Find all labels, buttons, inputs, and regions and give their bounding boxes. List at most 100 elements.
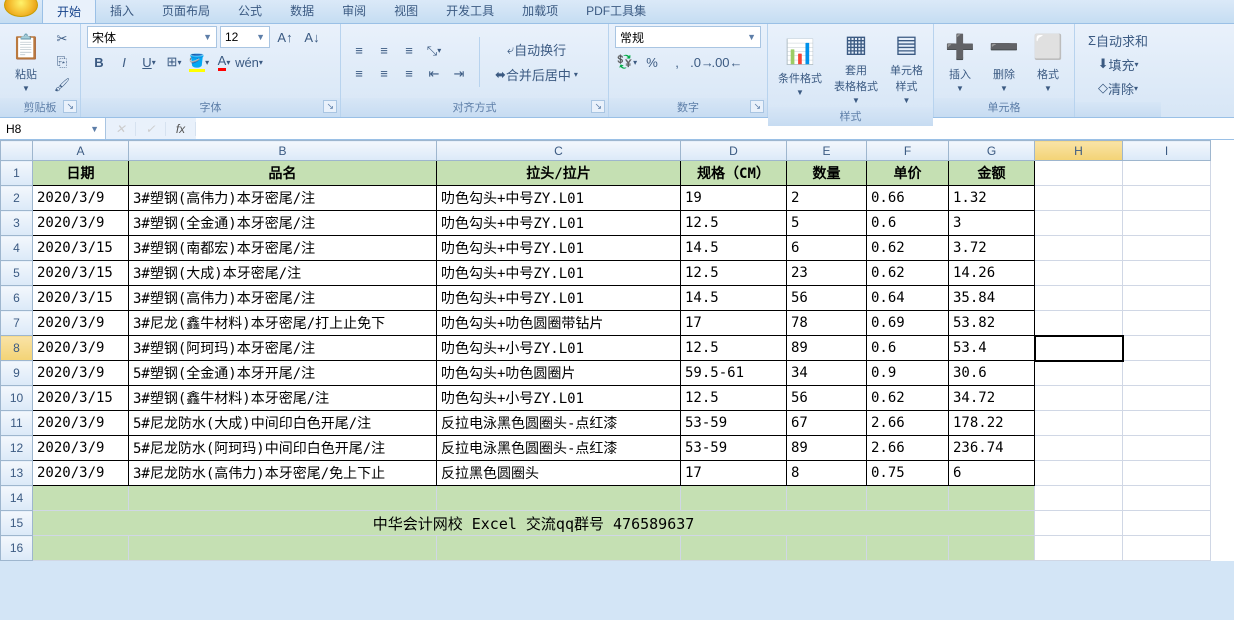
cell-B14[interactable] — [129, 486, 437, 511]
cell-I15[interactable] — [1123, 511, 1211, 536]
cell-E14[interactable] — [787, 486, 867, 511]
cell-A11[interactable]: 2020/3/9 — [33, 411, 129, 436]
name-box[interactable]: H8 ▼ — [0, 118, 106, 139]
cell-H16[interactable] — [1035, 536, 1123, 561]
cell-H13[interactable] — [1035, 461, 1123, 486]
tab-7[interactable]: 开发工具 — [432, 0, 508, 23]
col-header-C[interactable]: C — [437, 141, 681, 161]
cell-H12[interactable] — [1035, 436, 1123, 461]
cell-C2[interactable]: 叻色勾头+中号ZY.L01 — [437, 186, 681, 211]
row-header-11[interactable]: 11 — [1, 411, 33, 436]
row-header-16[interactable]: 16 — [1, 536, 33, 561]
row-header-6[interactable]: 6 — [1, 286, 33, 311]
cell-E6[interactable]: 56 — [787, 286, 867, 311]
cell-C4[interactable]: 叻色勾头+中号ZY.L01 — [437, 236, 681, 261]
cell-G16[interactable] — [949, 536, 1035, 561]
cell-I3[interactable] — [1123, 211, 1211, 236]
enter-formula-button[interactable]: ✓ — [136, 122, 166, 136]
cell-C3[interactable]: 叻色勾头+中号ZY.L01 — [437, 211, 681, 236]
cell-F3[interactable]: 0.6 — [867, 211, 949, 236]
col-header-A[interactable]: A — [33, 141, 129, 161]
col-header-H[interactable]: H — [1035, 141, 1123, 161]
row-header-13[interactable]: 13 — [1, 461, 33, 486]
cell-A12[interactable]: 2020/3/9 — [33, 436, 129, 461]
cell-I9[interactable] — [1123, 361, 1211, 386]
cell-A4[interactable]: 2020/3/15 — [33, 236, 129, 261]
cell-H6[interactable] — [1035, 286, 1123, 311]
cell-C7[interactable]: 叻色勾头+叻色圆圈带钻片 — [437, 311, 681, 336]
cell-G9[interactable]: 30.6 — [949, 361, 1035, 386]
cancel-formula-button[interactable]: ✕ — [106, 122, 136, 136]
cell-E13[interactable]: 8 — [787, 461, 867, 486]
underline-button[interactable]: U▾ — [137, 51, 161, 73]
cell-F5[interactable]: 0.62 — [867, 261, 949, 286]
cell-B10[interactable]: 3#塑钢(鑫牛材料)本牙密尾/注 — [129, 386, 437, 411]
align-launcher[interactable]: ↘ — [591, 100, 605, 113]
cell-F9[interactable]: 0.9 — [867, 361, 949, 386]
cell-G3[interactable]: 3 — [949, 211, 1035, 236]
tab-8[interactable]: 加载项 — [508, 0, 572, 23]
clear-button[interactable]: ◇ 清除▾ — [1081, 77, 1155, 99]
cell-H8[interactable] — [1035, 336, 1123, 361]
currency-button[interactable]: 💱▾ — [615, 51, 639, 73]
cell-C8[interactable]: 叻色勾头+小号ZY.L01 — [437, 336, 681, 361]
row-header-8[interactable]: 8 — [1, 336, 33, 361]
cell-E8[interactable]: 89 — [787, 336, 867, 361]
cell-I6[interactable] — [1123, 286, 1211, 311]
cut-button[interactable]: ✂ — [50, 28, 74, 50]
tab-4[interactable]: 数据 — [276, 0, 328, 23]
cell-I12[interactable] — [1123, 436, 1211, 461]
cell-F7[interactable]: 0.69 — [867, 311, 949, 336]
row-header-1[interactable]: 1 — [1, 161, 33, 186]
cell-B7[interactable]: 3#尼龙(鑫牛材料)本牙密尾/打上止免下 — [129, 311, 437, 336]
fill-color-button[interactable]: 🪣▾ — [187, 51, 211, 73]
cell-F1[interactable]: 单价 — [867, 161, 949, 186]
cell-D10[interactable]: 12.5 — [681, 386, 787, 411]
cell-F8[interactable]: 0.6 — [867, 336, 949, 361]
cell-F11[interactable]: 2.66 — [867, 411, 949, 436]
decrease-decimal-button[interactable]: .00← — [715, 51, 739, 73]
row-header-4[interactable]: 4 — [1, 236, 33, 261]
tab-1[interactable]: 插入 — [96, 0, 148, 23]
cell-B2[interactable]: 3#塑钢(高伟力)本牙密尾/注 — [129, 186, 437, 211]
insert-cells-button[interactable]: ➕插入▼ — [940, 30, 980, 95]
cell-D7[interactable]: 17 — [681, 311, 787, 336]
cell-D4[interactable]: 14.5 — [681, 236, 787, 261]
cell-I1[interactable] — [1123, 161, 1211, 186]
cell-A9[interactable]: 2020/3/9 — [33, 361, 129, 386]
cell-B1[interactable]: 品名 — [129, 161, 437, 186]
tab-3[interactable]: 公式 — [224, 0, 276, 23]
cell-I2[interactable] — [1123, 186, 1211, 211]
cell-I14[interactable] — [1123, 486, 1211, 511]
cell-D2[interactable]: 19 — [681, 186, 787, 211]
cell-B4[interactable]: 3#塑钢(南都宏)本牙密尾/注 — [129, 236, 437, 261]
cell-H1[interactable] — [1035, 161, 1123, 186]
cell-I7[interactable] — [1123, 311, 1211, 336]
cell-I8[interactable] — [1123, 336, 1211, 361]
tab-6[interactable]: 视图 — [380, 0, 432, 23]
cell-A16[interactable] — [33, 536, 129, 561]
cell-A8[interactable]: 2020/3/9 — [33, 336, 129, 361]
cell-E4[interactable]: 6 — [787, 236, 867, 261]
number-format-combo[interactable]: 常规▼ — [615, 26, 761, 48]
cell-A1[interactable]: 日期 — [33, 161, 129, 186]
format-cells-button[interactable]: ⬜格式▼ — [1028, 30, 1068, 95]
cell-E7[interactable]: 78 — [787, 311, 867, 336]
autosum-button[interactable]: Σ 自动求和 — [1081, 29, 1155, 51]
cell-C12[interactable]: 反拉电泳黑色圆圈头-点红漆 — [437, 436, 681, 461]
grow-font-button[interactable]: A↑ — [273, 26, 297, 48]
cell-D8[interactable]: 12.5 — [681, 336, 787, 361]
cell-I11[interactable] — [1123, 411, 1211, 436]
cell-B11[interactable]: 5#尼龙防水(大成)中间印白色开尾/注 — [129, 411, 437, 436]
number-launcher[interactable]: ↘ — [750, 100, 764, 113]
phonetic-button[interactable]: wén▾ — [237, 51, 261, 73]
cell-A3[interactable]: 2020/3/9 — [33, 211, 129, 236]
formula-input[interactable] — [196, 118, 1234, 139]
row-header-9[interactable]: 9 — [1, 361, 33, 386]
cell-B5[interactable]: 3#塑钢(大成)本牙密尾/注 — [129, 261, 437, 286]
cell-D13[interactable]: 17 — [681, 461, 787, 486]
cell-E10[interactable]: 56 — [787, 386, 867, 411]
office-button[interactable] — [4, 0, 38, 17]
cell-G4[interactable]: 3.72 — [949, 236, 1035, 261]
cell-I4[interactable] — [1123, 236, 1211, 261]
